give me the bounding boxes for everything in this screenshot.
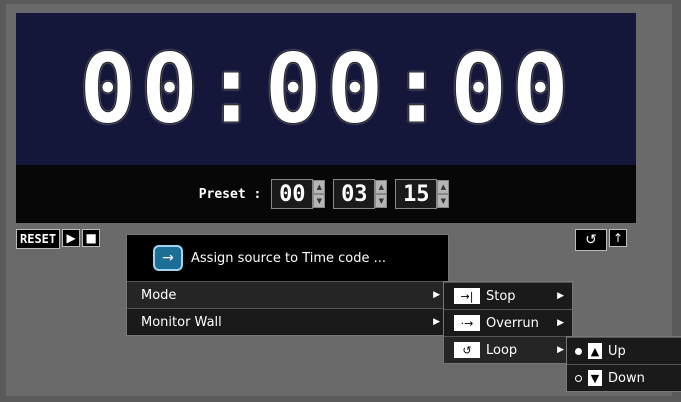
seconds-up-arrow-icon[interactable]: ▲ — [437, 180, 450, 194]
loop-submenu: ▲ Up ▼ Down — [566, 336, 681, 392]
minutes-down-arrow-icon[interactable]: ▼ — [375, 194, 388, 208]
seconds-value[interactable]: 15 — [395, 179, 438, 209]
stop-button[interactable]: ■ — [82, 229, 101, 247]
seconds-down-arrow-icon[interactable]: ▼ — [437, 194, 450, 208]
hours-value[interactable]: 00 — [271, 179, 314, 209]
hours-spinner[interactable]: 00 ▲ ▼ — [271, 179, 326, 209]
radio-selected-icon — [575, 347, 582, 355]
time-readout: 00:00:00 — [78, 33, 574, 146]
stop-icon: →| — [454, 288, 480, 304]
submenu-arrow-icon: ▶ — [433, 290, 440, 300]
mode-item-stop[interactable]: →| Stop ▶ — [444, 282, 572, 309]
mode-item-overrun[interactable]: ·→ Overrun ▶ — [444, 309, 572, 336]
radio-unselected-icon — [575, 374, 582, 382]
loop-mode-button[interactable]: ↺ — [575, 229, 607, 251]
assign-source-label: Assign source to Time code ... — [191, 250, 386, 266]
preset-label: Preset : — [198, 186, 262, 202]
overrun-icon: ·→ — [454, 315, 480, 331]
arrow-down-icon: ▼ — [588, 370, 602, 386]
assign-source-icon: → — [153, 245, 183, 271]
loop-item-label: Down — [608, 370, 645, 386]
hours-down-arrow-icon[interactable]: ▼ — [313, 194, 326, 208]
submenu-arrow-icon: ▶ — [557, 318, 564, 328]
mode-item-label: Stop — [486, 288, 516, 304]
menu-item-label: Monitor Wall — [141, 314, 222, 330]
mode-item-loop[interactable]: ↺ Loop ▶ — [444, 336, 572, 363]
menu-item-mode[interactable]: Mode ▶ — [127, 281, 448, 308]
minutes-up-arrow-icon[interactable]: ▲ — [375, 180, 388, 194]
submenu-arrow-icon: ▶ — [433, 317, 440, 327]
preset-bar: Preset : 00 ▲ ▼ 03 ▲ ▼ 15 ▲ ▼ — [16, 165, 636, 223]
count-up-button[interactable]: ↑ — [609, 229, 627, 247]
assign-source-item[interactable]: → Assign source to Time code ... — [127, 235, 448, 281]
mode-item-label: Overrun — [486, 315, 539, 331]
menu-item-label: Mode — [141, 287, 177, 303]
time-display: 00:00:00 — [16, 13, 636, 165]
seconds-spinner[interactable]: 15 ▲ ▼ — [395, 179, 450, 209]
loop-icon: ↺ — [454, 342, 480, 358]
mode-submenu: →| Stop ▶ ·→ Overrun ▶ ↺ Loop ▶ — [443, 281, 573, 364]
submenu-arrow-icon: ▶ — [557, 345, 564, 355]
minutes-value[interactable]: 03 — [333, 179, 376, 209]
menu-item-monitor-wall[interactable]: Monitor Wall ▶ — [127, 308, 448, 335]
submenu-arrow-icon: ▶ — [557, 291, 564, 301]
mode-item-label: Loop — [486, 342, 518, 358]
loop-item-up[interactable]: ▲ Up — [567, 337, 681, 364]
hours-up-arrow-icon[interactable]: ▲ — [313, 180, 326, 194]
mode-controls: ↺ ↑ — [575, 229, 627, 251]
arrow-up-icon: ▲ — [588, 343, 602, 359]
transport-controls: RESET ▶ ■ — [16, 229, 101, 249]
reset-button[interactable]: RESET — [16, 229, 61, 249]
loop-item-down[interactable]: ▼ Down — [567, 364, 681, 391]
minutes-spinner[interactable]: 03 ▲ ▼ — [333, 179, 388, 209]
context-menu: → Assign source to Time code ... Mode ▶ … — [126, 234, 449, 336]
play-button[interactable]: ▶ — [62, 229, 81, 247]
loop-item-label: Up — [608, 343, 626, 359]
